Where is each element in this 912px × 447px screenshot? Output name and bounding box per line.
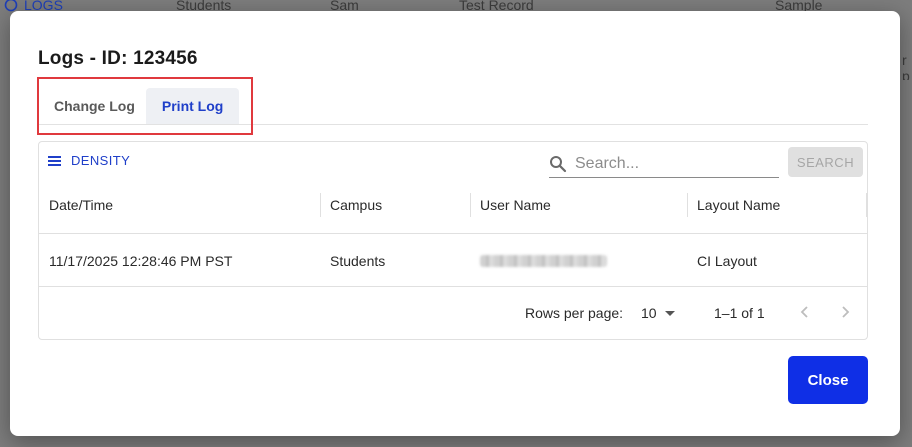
close-button[interactable]: Close	[788, 356, 868, 404]
column-separator[interactable]	[470, 193, 471, 217]
search-input[interactable]	[575, 151, 775, 176]
density-label: DENSITY	[71, 153, 131, 168]
header-divider	[39, 233, 867, 234]
column-separator[interactable]	[687, 193, 688, 217]
column-header-campus[interactable]: Campus	[330, 197, 382, 213]
next-page-button[interactable]	[835, 302, 855, 322]
caret-down-icon	[664, 310, 675, 316]
density-icon	[48, 155, 61, 166]
cell-layout-name: CI Layout	[697, 253, 757, 269]
column-separator[interactable]	[866, 193, 867, 217]
chevron-left-icon	[800, 306, 808, 318]
search-field	[549, 150, 779, 178]
pagination-range: 1–1 of 1	[714, 305, 765, 321]
column-header-layout-name[interactable]: Layout Name	[697, 197, 780, 213]
column-header-datetime[interactable]: Date/Time	[49, 197, 113, 213]
logs-dialog: Logs - ID: 123456 Change Log Print Log D…	[10, 11, 900, 436]
row-divider	[39, 286, 867, 287]
logs-data-grid: DENSITY SEARCH Date/Time Campus User Nam…	[38, 141, 868, 340]
rows-per-page-select[interactable]: 10	[641, 305, 675, 321]
tabs-highlight-box	[37, 77, 253, 135]
column-separator[interactable]	[320, 193, 321, 217]
background-side-text: r p	[900, 40, 912, 80]
density-button[interactable]: DENSITY	[48, 153, 130, 168]
chevron-right-icon	[842, 306, 850, 318]
dialog-title: Logs - ID: 123456	[38, 48, 198, 69]
bg-side-fragment: r p	[902, 52, 910, 80]
search-icon	[550, 155, 567, 172]
rows-per-page-label: Rows per page:	[525, 305, 624, 321]
cell-user-name-redacted	[480, 255, 607, 267]
search-button[interactable]: SEARCH	[788, 147, 863, 177]
cell-campus: Students	[330, 253, 386, 269]
rows-per-page-value: 10	[641, 305, 657, 321]
column-header-user-name[interactable]: User Name	[480, 197, 551, 213]
cell-datetime: 11/17/2025 12:28:46 PM PST	[49, 253, 233, 269]
previous-page-button[interactable]	[795, 302, 815, 322]
